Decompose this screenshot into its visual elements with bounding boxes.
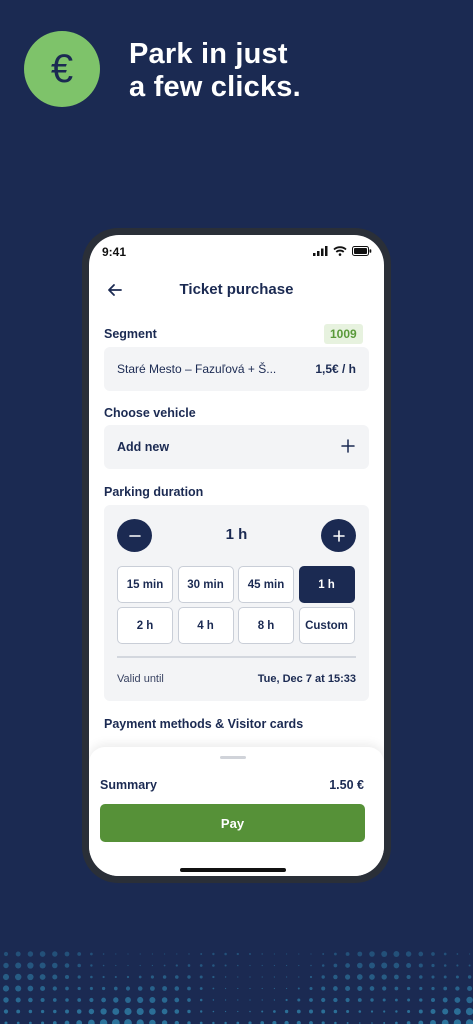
increase-duration-button[interactable] [321, 519, 356, 552]
pay-button[interactable]: Pay [100, 804, 365, 842]
headline-line-2: a few clicks. [129, 71, 301, 103]
duration-option-4-h[interactable]: 4 h [177, 607, 234, 644]
status-icons [313, 246, 372, 256]
valid-until-value: Tue, Dec 7 at 15:33 [257, 673, 356, 685]
sheet-handle[interactable] [220, 756, 246, 759]
segment-label: Segment [104, 327, 157, 341]
duration-option-45-min[interactable]: 45 min [238, 566, 294, 603]
add-vehicle-label: Add new [117, 440, 170, 454]
status-time: 9:41 [102, 245, 127, 259]
duration-option-1-h[interactable]: 1 h [298, 566, 355, 603]
nav-bar: Ticket purchase [89, 275, 384, 305]
headline-line-1: Park in just [129, 38, 288, 70]
duration-option-8-h[interactable]: 8 h [238, 607, 294, 644]
wifi-icon [333, 246, 347, 256]
battery-icon [352, 246, 372, 256]
payment-methods-label: Payment methods & Visitor cards [104, 717, 304, 731]
valid-until-label: Valid until [117, 673, 164, 685]
promo-headline: Park in just a few clicks. [129, 38, 449, 104]
euro-badge-icon: € [24, 31, 100, 107]
plus-icon [341, 439, 355, 453]
vehicle-label: Choose vehicle [104, 406, 196, 420]
summary-value: 1.50 € [329, 778, 364, 792]
duration-option-30-min[interactable]: 30 min [177, 566, 234, 603]
add-vehicle-button[interactable]: Add new [104, 425, 369, 469]
duration-card: 1 h 15 min 30 min 45 min 1 h2 h4 h8 h Custom… [104, 505, 369, 701]
duration-option-2-h[interactable]: 2 h [117, 607, 173, 644]
segment-price: 1,5€ / h [315, 362, 356, 376]
signal-icon [313, 246, 328, 256]
duration-label: Parking duration [104, 485, 204, 499]
segment-name: Staré Mesto – Fazuľová + Š... [117, 362, 277, 376]
summary-sheet: Summary 1.50 € Pay [89, 747, 384, 876]
status-bar: 9:41 [89, 235, 384, 269]
plus-icon [332, 529, 345, 542]
divider [117, 656, 356, 658]
home-indicator [180, 868, 286, 872]
summary-label: Summary [100, 778, 157, 792]
duration-option-custom[interactable]: Custom [298, 607, 355, 644]
page-title: Ticket purchase [179, 281, 294, 298]
segment-code-badge: 1009 [324, 324, 363, 344]
duration-option-15-min[interactable]: 15 min [117, 566, 173, 603]
dot-pattern-decoration [2, 951, 473, 1024]
segment-card[interactable]: Staré Mesto – Fazuľová + Š... 1,5€ / h [104, 347, 369, 391]
phone-screen: 9:41 Ticket purchase Segment 1009 Staré … [89, 235, 384, 876]
